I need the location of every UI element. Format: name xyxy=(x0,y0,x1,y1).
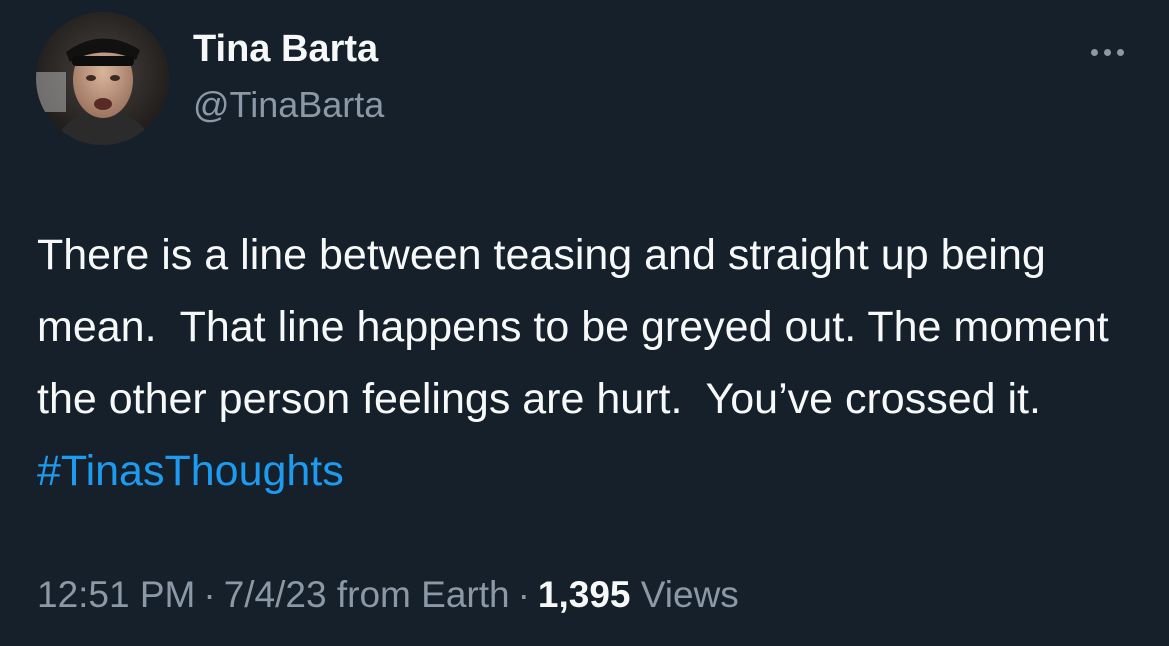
views-count[interactable]: 1,395 xyxy=(538,574,631,615)
avatar-photo xyxy=(36,12,169,145)
more-horizontal-icon-dot xyxy=(1103,48,1111,56)
tweet-metadata: 12:51 PM · 7/4/23 from Earth · 1,395 Views xyxy=(37,574,739,616)
tweet-date[interactable]: 7/4/23 xyxy=(224,574,327,615)
tweet-text-content: There is a line between teasing and stra… xyxy=(37,231,1121,423)
more-horizontal-icon xyxy=(1090,48,1098,56)
tweet-source: from Earth xyxy=(336,574,510,615)
separator: · xyxy=(517,574,530,615)
separator: · xyxy=(203,574,216,615)
tweet-text: There is a line between teasing and stra… xyxy=(37,219,1137,507)
tweet-time[interactable]: 12:51 PM xyxy=(37,574,195,615)
more-options-button[interactable] xyxy=(1082,40,1132,64)
more-horizontal-icon-dot xyxy=(1116,48,1124,56)
tweet: Tina Barta @TinaBarta There is a line be… xyxy=(0,0,1169,646)
author-name[interactable]: Tina Barta xyxy=(193,28,378,71)
views-label[interactable]: Views xyxy=(641,574,739,615)
hashtag-link[interactable]: #TinasThoughts xyxy=(37,447,344,495)
author-handle[interactable]: @TinaBarta xyxy=(193,84,384,126)
avatar[interactable] xyxy=(36,12,169,145)
